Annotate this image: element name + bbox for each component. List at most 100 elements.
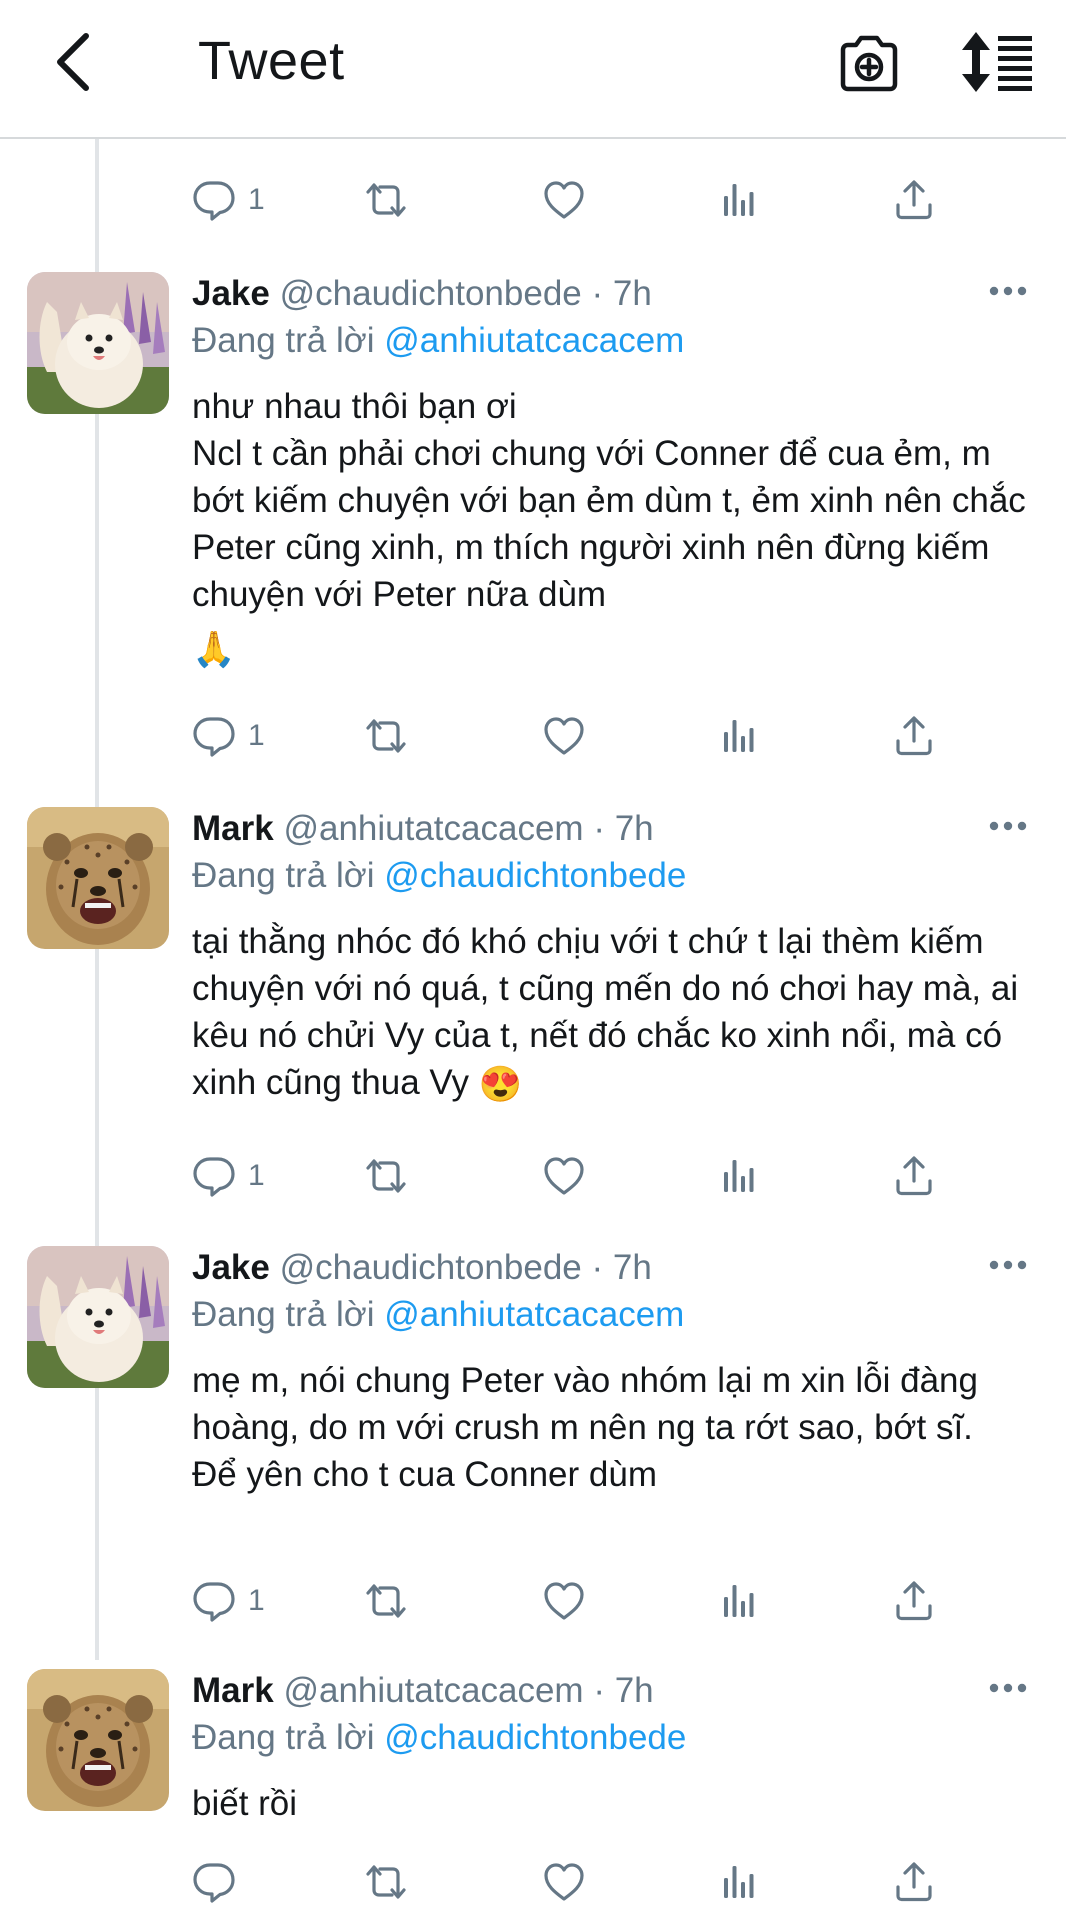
reply-button[interactable]: 1 bbox=[192, 1571, 265, 1631]
like-button[interactable] bbox=[542, 1146, 586, 1206]
stats-bars-icon bbox=[717, 714, 761, 758]
tweet-header: Mark @anhiutatcacacem · 7h bbox=[192, 1669, 654, 1713]
cheetah-cub-avatar bbox=[27, 807, 169, 949]
tweet-line: biết rồi bbox=[192, 1784, 298, 1823]
avatar[interactable] bbox=[27, 807, 169, 949]
replying-prefix: Đang trả lời bbox=[192, 1718, 375, 1757]
like-button[interactable] bbox=[542, 706, 586, 766]
handle[interactable]: @anhiutatcacacem bbox=[283, 1671, 583, 1710]
like-button[interactable] bbox=[542, 1852, 586, 1912]
chevron-left-icon[interactable] bbox=[40, 26, 112, 98]
share-icon bbox=[892, 178, 936, 222]
timestamp: 7h bbox=[612, 274, 652, 313]
reply-icon bbox=[192, 1154, 236, 1198]
timestamp: 7h bbox=[614, 809, 654, 848]
retweet-button[interactable] bbox=[362, 1852, 410, 1912]
camera-plus-icon[interactable] bbox=[835, 28, 903, 96]
heart-icon bbox=[542, 178, 586, 222]
like-button[interactable] bbox=[542, 170, 586, 230]
reply-button[interactable] bbox=[192, 1852, 248, 1912]
replying-prefix: Đang trả lời bbox=[192, 856, 375, 895]
tweet-text: biết rồi bbox=[192, 1780, 1032, 1827]
tweet-actions bbox=[192, 1852, 952, 1912]
reply-button[interactable]: 1 bbox=[192, 1146, 265, 1206]
retweet-button[interactable] bbox=[362, 706, 410, 766]
analytics-button[interactable] bbox=[717, 170, 761, 230]
separator: · bbox=[591, 274, 604, 313]
analytics-button[interactable] bbox=[717, 1852, 761, 1912]
tweet-text: mẹ m, nói chung Peter vào nhóm lại m xin… bbox=[192, 1357, 1032, 1498]
tweet-header: Mark @anhiutatcacacem · 7h bbox=[192, 807, 654, 851]
tweet-line: mẹ m, nói chung Peter vào nhóm lại m xin… bbox=[192, 1361, 978, 1447]
reply-count: 1 bbox=[248, 1584, 265, 1617]
sort-lines-icon[interactable] bbox=[958, 26, 1038, 98]
samoyed-dog-avatar bbox=[27, 1246, 169, 1388]
emoji: 😍 bbox=[478, 1065, 523, 1105]
separator: · bbox=[591, 1248, 604, 1287]
heart-icon bbox=[542, 1579, 586, 1623]
tweet-actions: 1 bbox=[192, 706, 952, 766]
avatar[interactable] bbox=[27, 272, 169, 414]
retweet-icon bbox=[362, 1579, 410, 1623]
tweet-line: tại thằng nhóc đó khó chịu với t chứ t l… bbox=[192, 918, 1032, 1108]
display-name[interactable]: Mark bbox=[192, 1671, 274, 1710]
reply-button[interactable]: 1 bbox=[192, 170, 265, 230]
page-title: Tweet bbox=[198, 31, 345, 91]
mention-link[interactable]: @chaudichtonbede bbox=[384, 1718, 686, 1757]
retweet-button[interactable] bbox=[362, 1146, 410, 1206]
emoji: 🙏 bbox=[192, 630, 236, 669]
replying-to: Đang trả lời @anhiutatcacacem bbox=[192, 1293, 684, 1337]
tweet-text: như nhau thôi bạn ơi Ncl t cần phải chơi… bbox=[192, 383, 1032, 673]
share-button[interactable] bbox=[892, 1571, 936, 1631]
heart-icon bbox=[542, 1860, 586, 1904]
share-icon bbox=[892, 1860, 936, 1904]
handle[interactable]: @anhiutatcacacem bbox=[283, 809, 583, 848]
more-options-icon[interactable] bbox=[988, 1258, 1028, 1272]
reply-icon bbox=[192, 714, 236, 758]
more-options-icon[interactable] bbox=[988, 284, 1028, 298]
reply-button[interactable]: 1 bbox=[192, 706, 265, 766]
mention-link[interactable]: @anhiutatcacacem bbox=[384, 1295, 684, 1334]
retweet-icon bbox=[362, 1154, 410, 1198]
share-button[interactable] bbox=[892, 706, 936, 766]
analytics-button[interactable] bbox=[717, 706, 761, 766]
share-button[interactable] bbox=[892, 170, 936, 230]
tweet-line-text: tại thằng nhóc đó khó chịu với t chứ t l… bbox=[192, 922, 1019, 1102]
display-name[interactable]: Jake bbox=[192, 274, 270, 313]
share-button[interactable] bbox=[892, 1146, 936, 1206]
share-icon bbox=[892, 714, 936, 758]
mention-link[interactable]: @chaudichtonbede bbox=[384, 856, 686, 895]
tweet-actions: 1 bbox=[192, 170, 952, 230]
handle[interactable]: @chaudichtonbede bbox=[280, 274, 582, 313]
separator: · bbox=[593, 809, 605, 848]
mention-link[interactable]: @anhiutatcacacem bbox=[384, 321, 684, 360]
retweet-button[interactable] bbox=[362, 1571, 410, 1631]
retweet-button[interactable] bbox=[362, 170, 410, 230]
stats-bars-icon bbox=[717, 178, 761, 222]
analytics-button[interactable] bbox=[717, 1571, 761, 1631]
tweet-line: như nhau thôi bạn ơi bbox=[192, 387, 517, 426]
handle[interactable]: @chaudichtonbede bbox=[280, 1248, 582, 1287]
more-options-icon[interactable] bbox=[988, 819, 1028, 833]
share-icon bbox=[892, 1154, 936, 1198]
share-button[interactable] bbox=[892, 1852, 936, 1912]
reply-count: 1 bbox=[248, 1159, 265, 1192]
tweet-actions: 1 bbox=[192, 1146, 952, 1206]
reply-icon bbox=[192, 178, 236, 222]
more-options-icon[interactable] bbox=[988, 1681, 1028, 1695]
avatar[interactable] bbox=[27, 1669, 169, 1811]
replying-prefix: Đang trả lời bbox=[192, 1295, 375, 1334]
timestamp: 7h bbox=[614, 1671, 654, 1710]
reply-count: 1 bbox=[248, 183, 265, 216]
display-name[interactable]: Mark bbox=[192, 809, 274, 848]
replying-to: Đang trả lời @chaudichtonbede bbox=[192, 854, 686, 898]
avatar[interactable] bbox=[27, 1246, 169, 1388]
retweet-icon bbox=[362, 178, 410, 222]
analytics-button[interactable] bbox=[717, 1146, 761, 1206]
heart-icon bbox=[542, 1154, 586, 1198]
like-button[interactable] bbox=[542, 1571, 586, 1631]
top-bar: Tweet bbox=[0, 0, 1066, 139]
display-name[interactable]: Jake bbox=[192, 1248, 270, 1287]
share-icon bbox=[892, 1579, 936, 1623]
reply-count: 1 bbox=[248, 719, 265, 752]
